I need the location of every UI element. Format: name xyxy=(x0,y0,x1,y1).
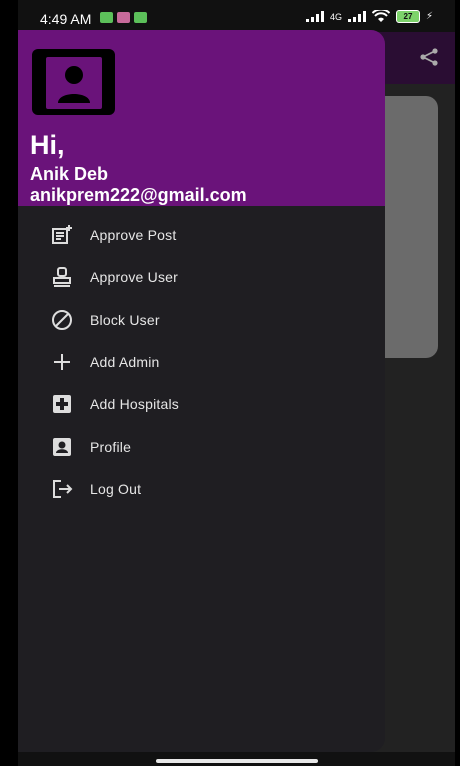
menu-item-profile[interactable]: Profile xyxy=(18,425,385,467)
share-icon[interactable] xyxy=(419,47,439,67)
drawer-header: Hi, Anik Deb anikprem222@gmail.com xyxy=(18,30,385,206)
navigation-drawer: Hi, Anik Deb anikprem222@gmail.com Appro… xyxy=(18,30,385,752)
battery-icon: 27 xyxy=(395,10,420,23)
menu-item-label: Log Out xyxy=(90,480,142,497)
notification-icons xyxy=(100,12,147,23)
menu-item-label: Add Admin xyxy=(90,354,160,371)
menu-item-label: Block User xyxy=(90,311,160,328)
phone-screen: 4:49 AM 4G 27 ⚡ Hi, Anik Deb anikprem222… xyxy=(18,0,455,766)
plus-icon xyxy=(50,350,74,374)
status-indicators: 4G 27 ⚡ xyxy=(305,10,433,23)
menu-item-label: Approve User xyxy=(90,269,178,286)
drawer-menu: Approve Post Approve User Block User Add… xyxy=(18,214,385,510)
menu-item-approve-user[interactable]: Approve User xyxy=(18,256,385,298)
home-indicator[interactable] xyxy=(156,759,318,763)
wifi-icon xyxy=(371,10,390,22)
media-notification-icon xyxy=(117,12,130,23)
menu-item-add-admin[interactable]: Add Admin xyxy=(18,341,385,383)
logout-icon xyxy=(50,477,74,501)
chat-notification-icon xyxy=(134,12,147,23)
signal-icon xyxy=(347,11,366,22)
network-type: 4G xyxy=(329,11,342,22)
menu-item-add-hospitals[interactable]: Add Hospitals xyxy=(18,383,385,425)
local-hospital-icon xyxy=(50,392,74,416)
status-bar: 4:49 AM 4G 27 ⚡ xyxy=(18,0,455,32)
menu-item-log-out[interactable]: Log Out xyxy=(18,468,385,510)
person-icon xyxy=(46,57,102,109)
menu-item-label: Approve Post xyxy=(90,227,177,244)
signal-icon xyxy=(305,11,324,22)
user-name: Anik Deb xyxy=(30,164,109,184)
user-email: anikprem222@gmail.com xyxy=(30,185,247,205)
menu-item-approve-post[interactable]: Approve Post xyxy=(18,214,385,256)
greeting-text: Hi, xyxy=(30,130,65,160)
menu-item-label: Profile xyxy=(90,438,132,455)
block-icon xyxy=(50,308,74,332)
menu-item-block-user[interactable]: Block User xyxy=(18,299,385,341)
chat-notification-icon xyxy=(100,12,113,23)
post-add-icon xyxy=(50,223,74,247)
menu-item-label: Add Hospitals xyxy=(90,396,179,413)
status-time: 4:49 AM xyxy=(40,11,92,27)
charging-icon: ⚡ xyxy=(425,11,433,22)
approval-stamp-icon xyxy=(50,265,74,289)
account-box-icon xyxy=(50,435,74,459)
avatar[interactable] xyxy=(32,49,115,115)
